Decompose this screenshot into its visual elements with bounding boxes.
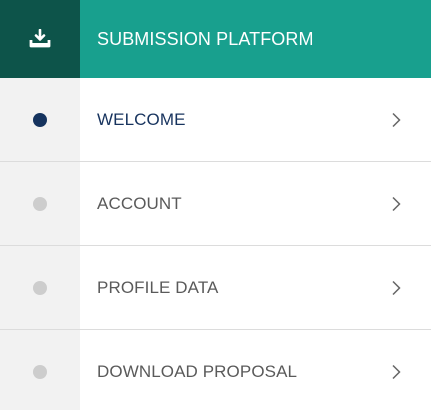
menu-item-profile-data[interactable]: PROFILE DATA bbox=[0, 246, 431, 330]
chevron-right-icon[interactable] bbox=[387, 363, 405, 381]
menu-item-label: WELCOME bbox=[97, 110, 186, 130]
item-body: PROFILE DATA bbox=[80, 246, 431, 329]
menu-header: SUBMISSION PLATFORM bbox=[0, 0, 431, 78]
inactive-status-dot bbox=[33, 197, 47, 211]
status-cell bbox=[0, 78, 80, 161]
menu-item-label: ACCOUNT bbox=[97, 194, 182, 214]
submission-menu: SUBMISSION PLATFORM WELCOME ACCOUNT bbox=[0, 0, 431, 410]
header-title: SUBMISSION PLATFORM bbox=[97, 29, 314, 50]
header-title-cell: SUBMISSION PLATFORM bbox=[80, 0, 431, 78]
item-body: WELCOME bbox=[80, 78, 431, 161]
status-cell bbox=[0, 246, 80, 329]
chevron-right-icon[interactable] bbox=[387, 279, 405, 297]
inactive-status-dot bbox=[33, 281, 47, 295]
menu-item-download-proposal[interactable]: DOWNLOAD PROPOSAL bbox=[0, 330, 431, 410]
menu-item-account[interactable]: ACCOUNT bbox=[0, 162, 431, 246]
item-body: DOWNLOAD PROPOSAL bbox=[80, 330, 431, 410]
menu-item-welcome[interactable]: WELCOME bbox=[0, 78, 431, 162]
header-icon-cell bbox=[0, 0, 80, 78]
menu-item-label: PROFILE DATA bbox=[97, 278, 218, 298]
chevron-right-icon[interactable] bbox=[387, 195, 405, 213]
menu-item-label: DOWNLOAD PROPOSAL bbox=[97, 362, 297, 382]
status-cell bbox=[0, 330, 80, 410]
item-body: ACCOUNT bbox=[80, 162, 431, 245]
status-cell bbox=[0, 162, 80, 245]
chevron-right-icon[interactable] bbox=[387, 111, 405, 129]
inactive-status-dot bbox=[33, 365, 47, 379]
active-status-dot bbox=[33, 113, 47, 127]
download-tray-icon bbox=[29, 29, 51, 49]
